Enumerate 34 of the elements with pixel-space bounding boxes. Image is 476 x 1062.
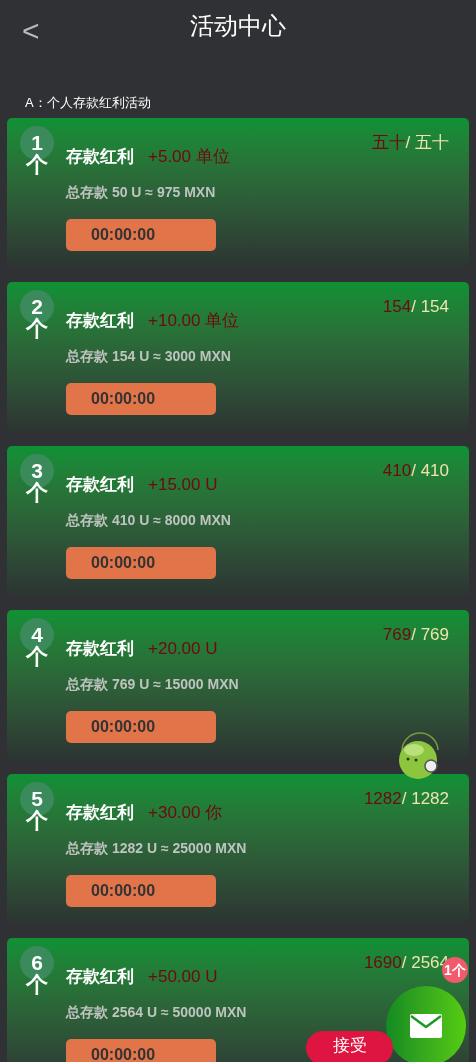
- progress-count: 1282/ 1282: [363, 789, 449, 808]
- bonus-title: 存款红利: [66, 474, 134, 496]
- mail-icon: [410, 1014, 442, 1038]
- section-title: A：个人存款红利活动: [25, 95, 151, 110]
- deposit-text: 总存款 410 U ≈ 8000 MXN: [66, 510, 232, 530]
- bonus-amount: +20.00 U: [148, 638, 218, 660]
- bonus-amount: +15.00 U: [148, 474, 218, 496]
- deposit-text: 总存款 2564 U ≈ 50000 MXN: [66, 1002, 248, 1022]
- progress-count: 410/ 410: [382, 461, 449, 480]
- deposit-text: 总存款 1282 U ≈ 25000 MXN: [66, 838, 248, 858]
- countdown-timer: 00:00:00: [66, 218, 216, 251]
- countdown-timer: 00:00:00: [66, 546, 216, 579]
- accept-button[interactable]: 接受: [306, 1031, 393, 1062]
- countdown-timer: 00:00:00: [66, 382, 216, 415]
- deposit-text: 总存款 154 U ≈ 3000 MXN: [66, 346, 232, 366]
- bonus-title: 存款红利: [66, 310, 134, 332]
- page-title: 活动中心: [190, 11, 286, 41]
- deposit-text: 总存款 769 U ≈ 15000 MXN: [66, 674, 240, 694]
- deposit-text: 总存款 50 U ≈ 975 MXN: [66, 182, 217, 202]
- countdown-timer: 00:00:00: [66, 874, 216, 907]
- bonus-amount: +10.00 单位: [148, 310, 240, 332]
- bonus-title: 存款红利: [66, 802, 134, 824]
- bonus-title: 存款红利: [66, 146, 134, 168]
- bonus-amount: +5.00 单位: [148, 146, 230, 168]
- back-button[interactable]: <: [22, 8, 40, 53]
- bonus-amount: +30.00 你: [148, 802, 223, 824]
- progress-count: 154/ 154: [382, 297, 449, 316]
- countdown-timer: 00:00:00: [66, 1038, 216, 1062]
- bonus-title: 存款红利: [66, 638, 134, 660]
- countdown-timer: 00:00:00: [66, 710, 216, 743]
- progress-count: 769/ 769: [382, 625, 449, 644]
- bonus-title: 存款红利: [66, 966, 134, 988]
- bonus-amount: +50.00 U: [148, 966, 218, 988]
- progress-count: 五十/ 五十: [371, 133, 449, 152]
